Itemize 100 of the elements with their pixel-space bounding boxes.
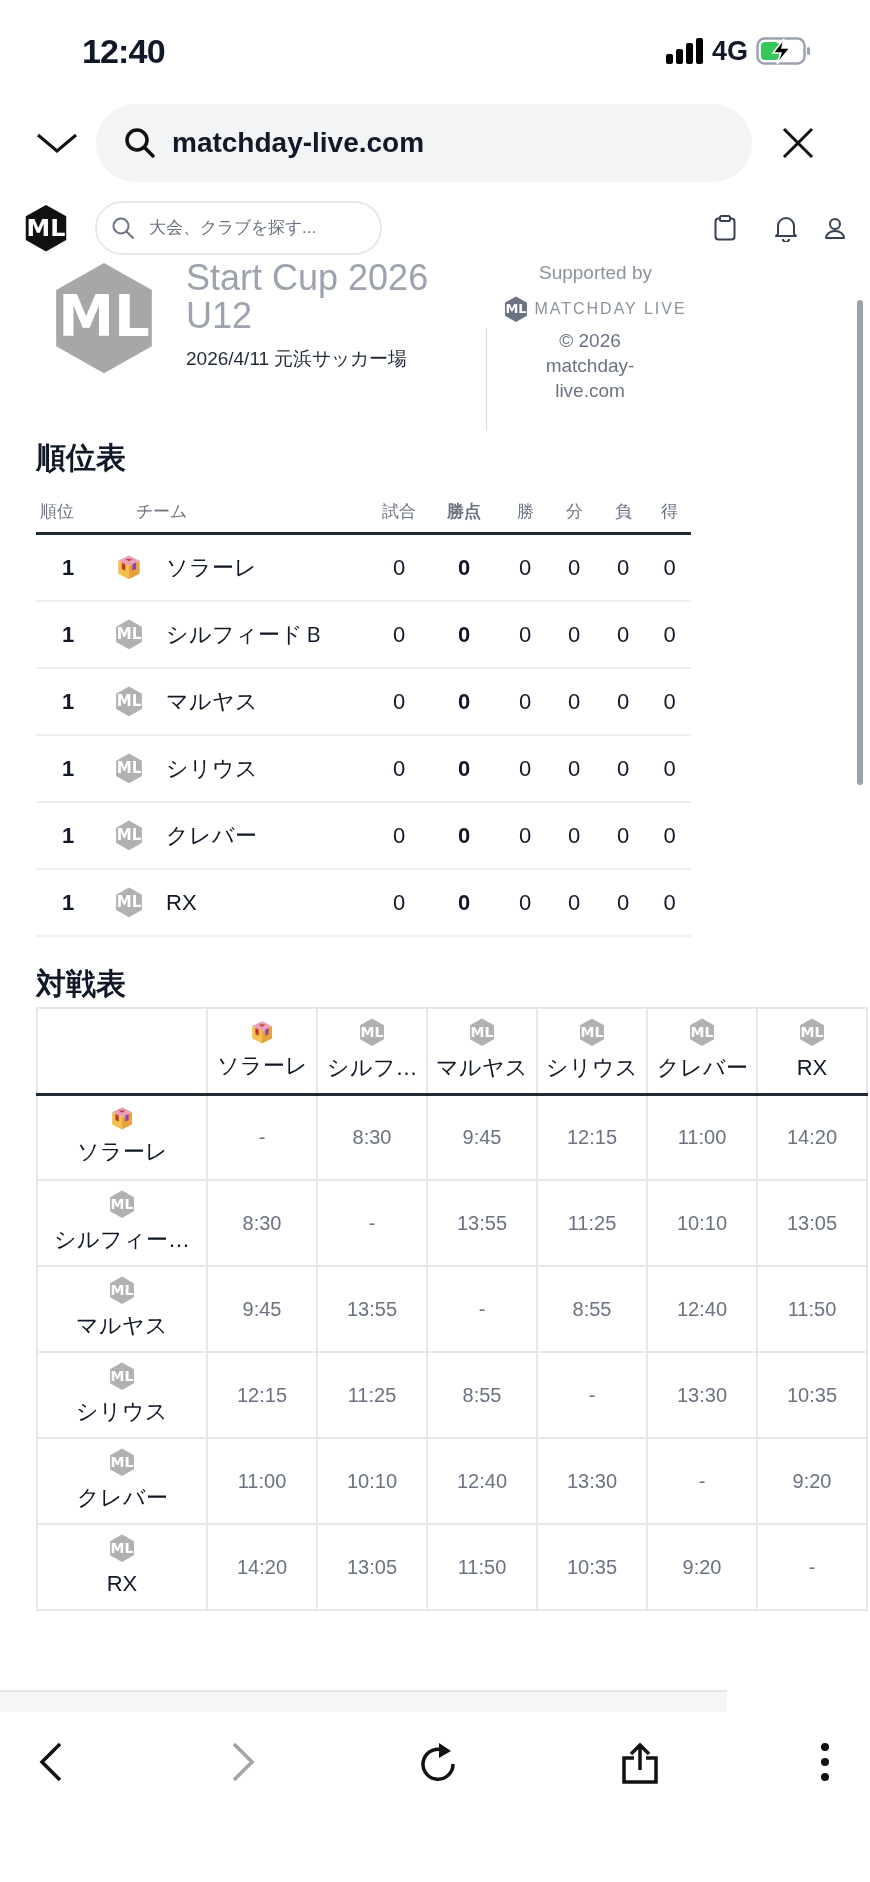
team-name: RX — [106, 1569, 138, 1598]
team-name: シルフ… — [326, 1053, 418, 1082]
stat-cell-text: 0 — [662, 688, 677, 716]
match-time: 14:20 — [786, 1126, 838, 1149]
stat-cell-text: 0 — [566, 621, 582, 649]
monogram-logo: ML — [469, 1017, 495, 1047]
match-time: 13:55 — [456, 1212, 508, 1234]
search-placeholder: 大会、クラブを探す... — [149, 217, 317, 240]
site-search-field[interactable]: 大会、クラブを探す... — [95, 201, 382, 255]
stat-cell-text: 0 — [615, 554, 631, 582]
cube-crest-icon — [110, 1106, 134, 1132]
rank-cell-text: 1 — [60, 822, 76, 850]
tournament-title: Start Cup 2026 — [186, 259, 430, 297]
copyright-text: matchday- — [545, 353, 635, 378]
stat-cell-text: 0 — [391, 621, 407, 649]
team-name: マルヤス — [76, 1311, 168, 1340]
match-time: 10:10 — [676, 1212, 728, 1234]
sponsor-logo: ML — [504, 295, 529, 322]
match-time: 11:50 — [457, 1556, 507, 1578]
share-icon[interactable] — [620, 1742, 659, 1784]
monogram-logo: ML — [109, 1190, 135, 1219]
copyright-text: © 2026 — [559, 328, 621, 353]
stat-cell-text: 0 — [517, 621, 533, 649]
column-header: 分 — [564, 501, 584, 524]
match-time: 13:05 — [346, 1556, 398, 1578]
team-name: シリウス — [546, 1053, 638, 1082]
match-time: - — [808, 1556, 816, 1578]
chevron-down-icon[interactable] — [36, 131, 78, 154]
close-icon[interactable] — [782, 126, 814, 159]
column-header: 負 — [613, 501, 633, 524]
monogram-logo: ML — [579, 1017, 605, 1047]
sponsor-brand: MATCHDAY LIVE — [534, 298, 687, 319]
stat-cell-text: 0 — [391, 554, 407, 582]
stat-cell-text: 0 — [566, 755, 582, 783]
match-time: 11:50 — [787, 1298, 837, 1320]
search-icon — [124, 126, 156, 159]
monogram-logo: ML — [115, 887, 143, 918]
match-time: 12:40 — [676, 1298, 728, 1320]
battery-icon — [756, 37, 812, 65]
team-name: シルフィードＢ — [165, 621, 326, 649]
column-header: 順位 — [39, 501, 75, 524]
team-name: ソラーレ — [165, 554, 258, 582]
match-time: 8:55 — [462, 1384, 502, 1406]
monogram-logo: ML — [689, 1017, 715, 1047]
stat-cell-text: 0 — [517, 822, 533, 850]
cube-crest-icon — [250, 1019, 274, 1045]
horizontal-scrollbar[interactable] — [0, 1690, 727, 1712]
stat-cell-text: 0 — [615, 889, 631, 917]
team-name: シリウス — [76, 1397, 168, 1426]
column-header: 勝点 — [446, 501, 482, 524]
stat-cell-text: 0 — [662, 554, 677, 582]
team-name: RX — [796, 1053, 828, 1082]
match-time: - — [478, 1298, 486, 1320]
match-time: 11:00 — [237, 1470, 287, 1492]
monogram-logo: ML — [115, 753, 143, 784]
copyright-text: live.com — [555, 378, 625, 403]
match-time: 11:25 — [567, 1212, 617, 1234]
clipboard-icon[interactable] — [714, 215, 736, 241]
more-icon[interactable] — [820, 1742, 830, 1782]
monogram-logo: ML — [109, 1276, 135, 1305]
rank-cell-text: 1 — [60, 755, 76, 783]
monogram-logo: ML — [109, 1362, 135, 1391]
team-name: ソラーレ — [76, 1138, 168, 1167]
match-time: 13:30 — [676, 1384, 728, 1406]
bell-icon[interactable] — [774, 214, 798, 242]
stat-cell-text: 0 — [456, 755, 472, 783]
stat-cell-text: 0 — [517, 755, 533, 783]
column-header: 得 — [660, 501, 679, 524]
stat-cell-text: 0 — [391, 688, 407, 716]
match-time: 9:45 — [462, 1126, 502, 1149]
stat-cell-text: 0 — [615, 621, 631, 649]
rank-cell-text: 1 — [60, 688, 76, 716]
stat-cell-text: 0 — [456, 554, 472, 582]
stat-cell-text: 0 — [517, 554, 533, 582]
status-time: 12:40 — [82, 30, 165, 72]
column-header: 勝 — [515, 501, 535, 524]
monogram-logo: ML — [109, 1534, 135, 1563]
match-time: 10:10 — [346, 1470, 398, 1492]
match-time: 8:30 — [242, 1212, 282, 1234]
match-time: - — [698, 1470, 706, 1492]
site-logo: ML — [24, 203, 68, 253]
vertical-scrollbar[interactable] — [857, 300, 863, 785]
match-time: 13:55 — [346, 1298, 398, 1320]
stat-cell-text: 0 — [456, 889, 472, 917]
match-time: 10:35 — [786, 1384, 838, 1406]
user-icon[interactable] — [824, 217, 846, 239]
team-name: マルヤス — [436, 1053, 528, 1082]
stat-cell-text: 0 — [662, 621, 677, 649]
stat-cell-text: 0 — [566, 688, 582, 716]
signal-icon — [665, 38, 704, 64]
supported-by-label: Supported by — [539, 261, 652, 285]
team-name: マルヤス — [165, 688, 259, 716]
stat-cell-text: 0 — [662, 889, 677, 917]
address-bar[interactable]: matchday-live.com — [96, 103, 752, 182]
stat-cell-text: 0 — [615, 688, 631, 716]
stat-cell-text: 0 — [566, 554, 582, 582]
monogram-logo: ML — [359, 1017, 385, 1047]
stat-cell-text: 0 — [456, 621, 472, 649]
stat-cell-text: 0 — [456, 822, 472, 850]
stat-cell-text: 0 — [662, 822, 677, 850]
